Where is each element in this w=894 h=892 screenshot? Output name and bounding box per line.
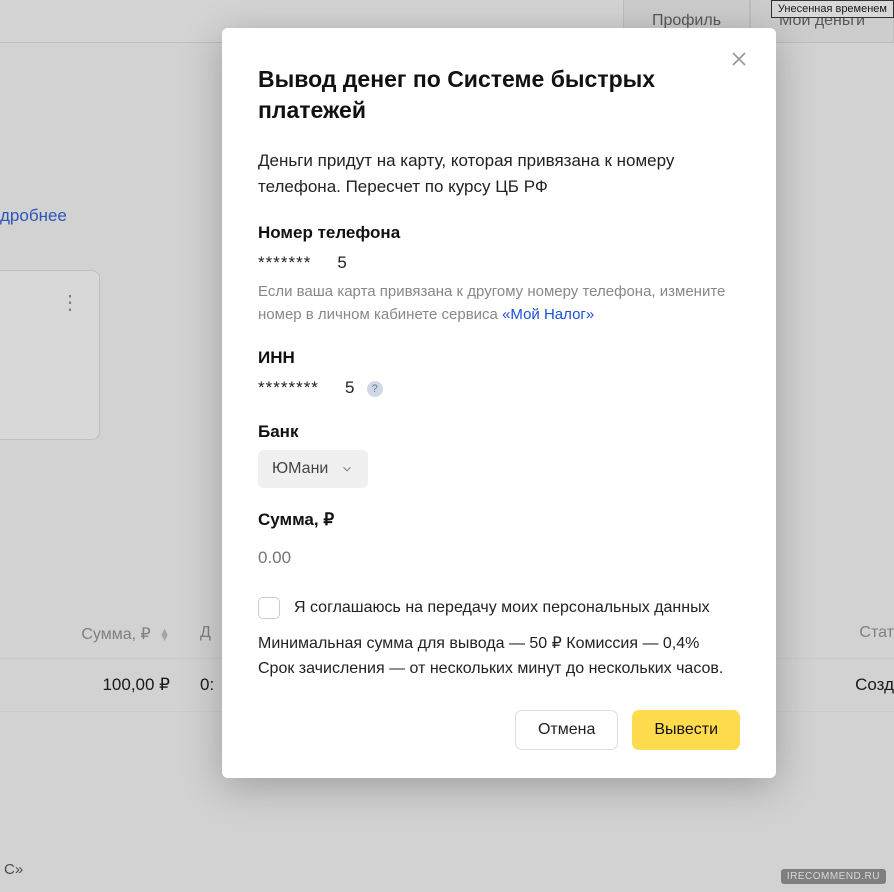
inn-tail: 5 [345,378,355,397]
fineprint: Минимальная сумма для вывода — 50 ₽ Коми… [258,632,740,682]
modal-actions: Отмена Вывести [258,710,740,750]
amount-field-group: Сумма, ₽ [258,510,740,574]
inn-label: ИНН [258,348,740,368]
phone-label: Номер телефона [258,223,740,243]
consent-checkbox[interactable] [258,597,280,619]
consent-row: Я соглашаюсь на передачу моих персональн… [258,596,740,620]
bank-field-group: Банк ЮМани [258,422,740,488]
amount-label: Сумма, ₽ [258,510,740,530]
phone-field-group: Номер телефона ******* 5 Если ваша карта … [258,223,740,326]
inn-field-group: ИНН ******** 5 ? [258,348,740,400]
inn-value: ******** 5 ? [258,376,740,400]
phone-hint-text: Если ваша карта привязана к другому номе… [258,283,725,323]
withdraw-modal: Вывод денег по Системе быстрых платежей … [222,28,776,778]
bank-selected-value: ЮМани [272,460,328,478]
bank-label: Банк [258,422,740,442]
consent-label: Я соглашаюсь на передачу моих персональн… [294,596,710,620]
inn-masked: ******** [258,378,319,397]
close-button[interactable] [730,50,754,74]
modal-title: Вывод денег по Системе быстрых платежей [258,64,740,126]
phone-tail: 5 [337,253,347,272]
close-icon [730,50,748,68]
amount-input[interactable] [258,542,740,574]
bank-select[interactable]: ЮМани [258,450,368,488]
phone-value: ******* 5 [258,251,740,275]
phone-hint: Если ваша карта привязана к другому номе… [258,281,740,326]
submit-button[interactable]: Вывести [632,710,740,750]
modal-description: Деньги придут на карту, которая привязан… [258,148,740,199]
help-icon[interactable]: ? [367,381,383,397]
my-tax-link[interactable]: «Мой Налог» [502,306,594,323]
chevron-down-icon [340,462,354,476]
cancel-button[interactable]: Отмена [515,710,618,750]
phone-masked: ******* [258,253,311,272]
